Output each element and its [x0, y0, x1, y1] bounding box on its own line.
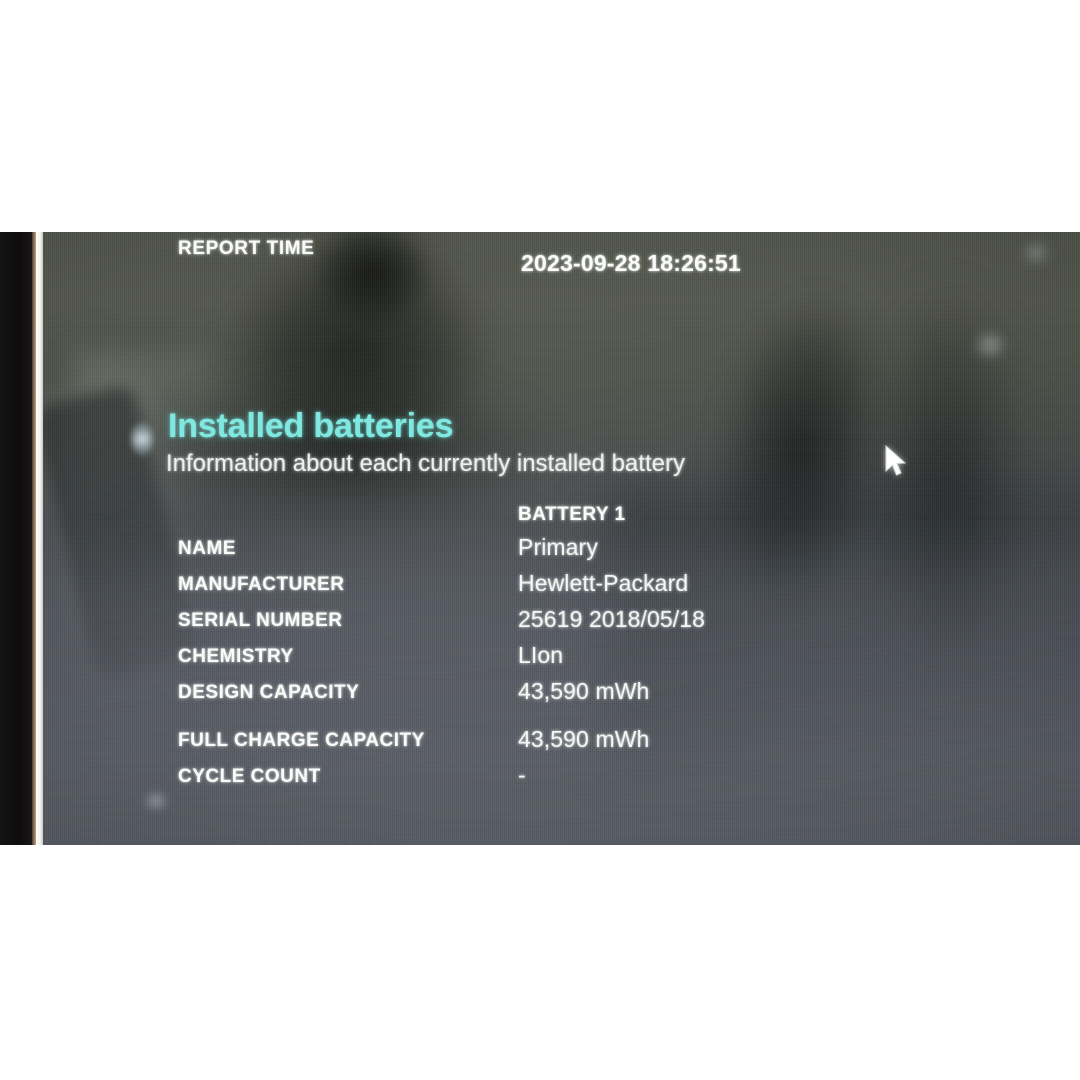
screen-surface: REPORT TIME 2023-09-28 18:26:51 Installe… — [43, 232, 1080, 845]
row-value-name: Primary — [518, 534, 598, 560]
table-row: DESIGN CAPACITY 43,590 mWh — [43, 678, 1080, 718]
row-value-design-capacity: 43,590 mWh — [518, 678, 650, 704]
page-title: Installed batteries — [168, 407, 454, 445]
report-time-value: 2023-09-28 18:26:51 — [521, 250, 741, 276]
row-label-manufacturer: MANUFACTURER — [178, 574, 345, 595]
mouse-pointer-icon[interactable] — [883, 444, 909, 480]
photo-page: REPORT TIME 2023-09-28 18:26:51 Installe… — [0, 0, 1080, 1080]
row-value-cycle-count: - — [518, 762, 526, 788]
row-value-serial-number: 25619 2018/05/18 — [518, 606, 706, 632]
report-time-label: REPORT TIME — [178, 238, 315, 259]
row-label-design-capacity: DESIGN CAPACITY — [178, 682, 360, 703]
row-label-name: NAME — [178, 538, 236, 559]
table-row: SERIAL NUMBER 25619 2018/05/18 — [43, 606, 1080, 646]
table-row: NAME Primary — [43, 534, 1080, 574]
table-row: MANUFACTURER Hewlett-Packard — [43, 570, 1080, 610]
table-column-header-battery-1: BATTERY 1 — [518, 504, 626, 525]
table-row: CYCLE COUNT - — [43, 762, 1080, 802]
table-row: CHEMISTRY LIon — [43, 642, 1080, 682]
report-time-row: REPORT TIME 2023-09-28 18:26:51 — [178, 238, 1038, 276]
battery-report-content: REPORT TIME 2023-09-28 18:26:51 Installe… — [43, 232, 1080, 845]
bezel-highlight-edge — [36, 232, 43, 845]
row-value-manufacturer: Hewlett-Packard — [518, 570, 689, 596]
row-label-serial-number: SERIAL NUMBER — [178, 610, 343, 631]
row-label-cycle-count: CYCLE COUNT — [178, 766, 321, 787]
row-label-full-charge-capacity: FULL CHARGE CAPACITY — [178, 730, 425, 751]
page-subtitle: Information about each currently install… — [166, 450, 685, 477]
row-label-chemistry: CHEMISTRY — [178, 646, 294, 667]
monitor-bezel — [0, 232, 33, 845]
photographed-screen: REPORT TIME 2023-09-28 18:26:51 Installe… — [0, 232, 1080, 845]
table-row: FULL CHARGE CAPACITY 43,590 mWh — [43, 726, 1080, 766]
row-value-chemistry: LIon — [518, 642, 564, 668]
row-value-full-charge-capacity: 43,590 mWh — [518, 726, 650, 752]
